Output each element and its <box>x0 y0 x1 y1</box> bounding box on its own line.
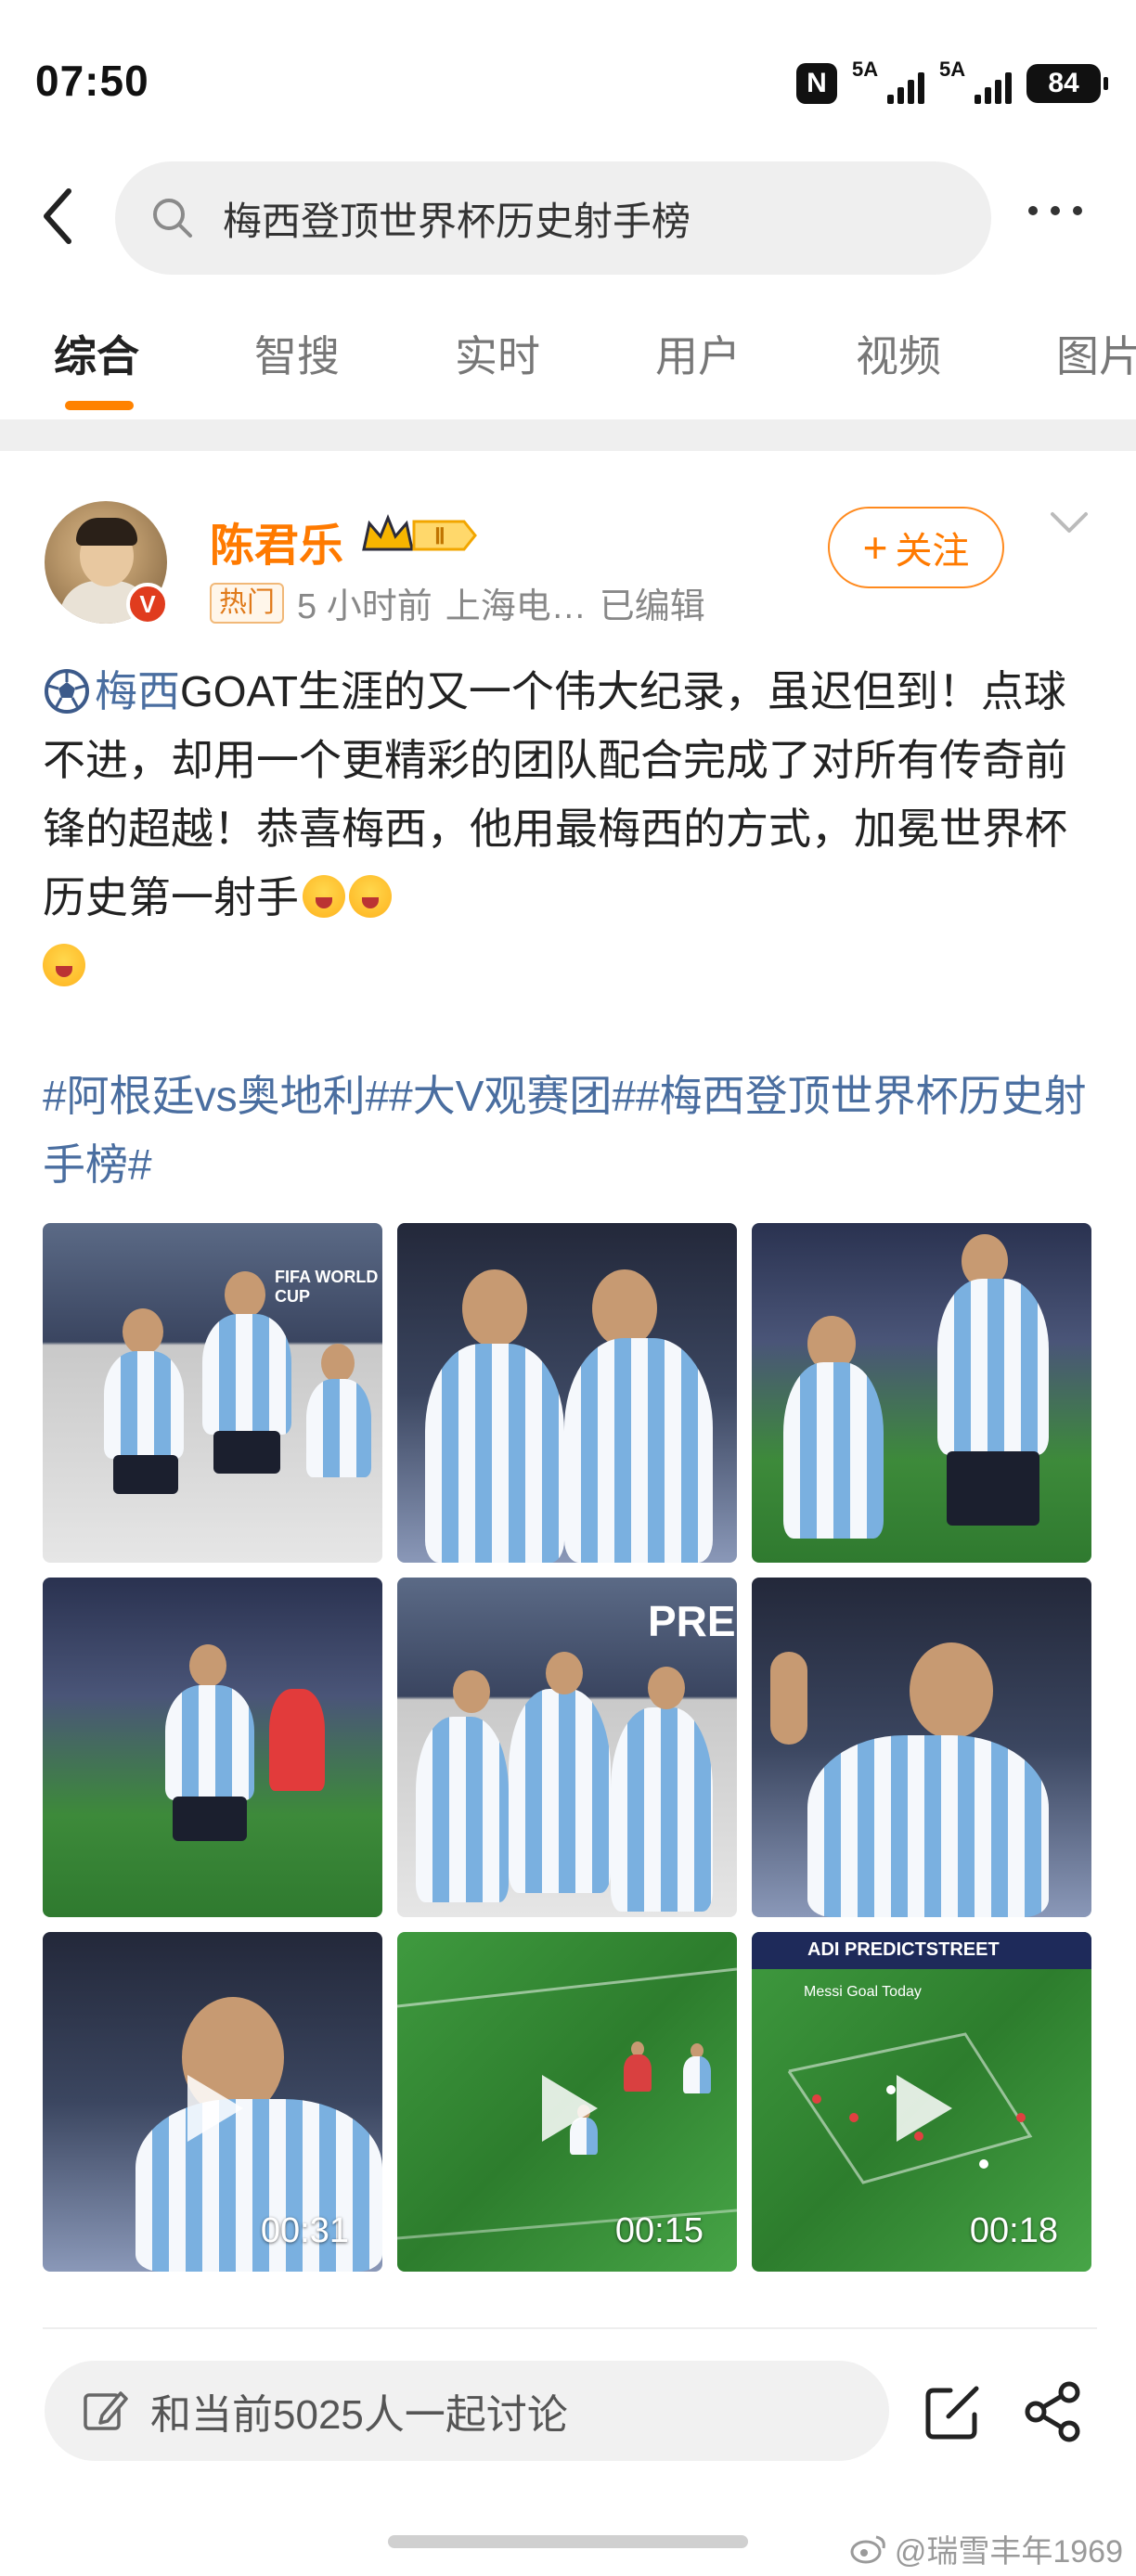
follow-button[interactable]: + 关注 <box>828 507 1004 588</box>
media-photo-1[interactable]: FIFA WORLD CUP <box>43 1223 382 1563</box>
laughing-emoji-icon <box>303 875 345 918</box>
section-divider <box>0 419 1136 451</box>
keyword-link[interactable]: 梅西 <box>95 667 180 715</box>
level-badge-label: Ⅱ <box>434 525 445 549</box>
pencil-icon <box>84 2391 128 2430</box>
weibo-logo-icon <box>850 2535 885 2563</box>
watermark-text: @瑞雪丰年1969 <box>894 2534 1123 2570</box>
play-icon <box>187 2075 243 2142</box>
media-video-1[interactable]: 00:31 <box>43 1932 382 2272</box>
watermark: @瑞雪丰年1969 <box>850 2526 1123 2571</box>
video-duration: 00:31 <box>260 2211 349 2250</box>
verified-badge-icon: V <box>126 583 169 625</box>
separator <box>43 2327 1097 2329</box>
photo-caption: PREDI <box>648 1597 737 1645</box>
home-indicator[interactable] <box>388 2535 748 2548</box>
post-text: 梅西GOAT生涯的又一个伟大纪录，虽迟但到！点球不进，却用一个更精彩的团队配合完… <box>43 657 1097 1000</box>
crown-level-icon: Ⅱ <box>362 513 477 551</box>
search-input[interactable]: 梅西登顶世界杯历史射手榜 <box>115 161 991 275</box>
follow-label: 关注 <box>895 531 970 572</box>
compose-icon[interactable] <box>923 2381 984 2442</box>
post-body: GOAT生涯的又一个伟大纪录，虽迟但到！点球不进，却用一个更精彩的团队配合完成了… <box>43 667 1067 921</box>
soccer-ball-icon <box>45 669 89 714</box>
play-icon <box>542 2075 598 2142</box>
video-duration: 00:15 <box>614 2211 704 2250</box>
media-video-3[interactable]: ADI PREDICTSTREET Messi Goal Today 00:18 <box>752 1932 1091 2272</box>
laughing-emoji-icon <box>349 875 392 918</box>
more-options-icon[interactable] <box>1028 206 1082 215</box>
post-edited: 已编辑 <box>599 587 705 626</box>
status-bar: 07:50 N 5A 5A 84 <box>0 0 1136 158</box>
username[interactable]: 陈君乐 <box>210 509 343 573</box>
comment-placeholder: 和当前5025人一起讨论 <box>150 2392 568 2438</box>
signal-label: 5A <box>852 58 879 81</box>
photo-caption: FIFA WORLD CUP <box>275 1268 379 1306</box>
tab-realtime[interactable]: 实时 <box>455 323 540 384</box>
comment-input[interactable]: 和当前5025人一起讨论 <box>45 2361 889 2461</box>
post-meta: 热门 5 小时前 上海电… 已编辑 <box>210 577 705 628</box>
media-photo-5[interactable]: PREDI <box>397 1578 737 1917</box>
tab-images[interactable]: 图片 <box>1056 323 1136 384</box>
post-location: 上海电… <box>445 587 587 626</box>
search-icon <box>153 199 192 238</box>
media-photo-2[interactable] <box>397 1223 737 1563</box>
signal-icon: 5A <box>939 58 1012 104</box>
media-photo-6[interactable] <box>752 1578 1091 1917</box>
share-icon[interactable] <box>1021 2379 1086 2444</box>
plus-icon: + <box>862 523 888 572</box>
tab-videos[interactable]: 视频 <box>856 323 941 384</box>
status-time: 07:50 <box>35 57 149 105</box>
hot-badge: 热门 <box>210 582 284 624</box>
post-time: 5 小时前 <box>297 587 432 626</box>
nfc-icon: N <box>796 63 837 104</box>
signal-icon: 5A <box>852 58 924 104</box>
signal-label: 5A <box>939 58 966 81</box>
active-tab-indicator <box>65 401 134 410</box>
back-arrow-icon[interactable] <box>37 184 84 249</box>
status-icons: N 5A 5A 84 <box>796 58 1108 104</box>
laughing-emoji-icon <box>43 944 85 986</box>
play-icon <box>897 2075 952 2142</box>
tab-comprehensive[interactable]: 综合 <box>54 323 139 384</box>
chevron-down-icon[interactable] <box>1047 507 1091 538</box>
video-duration: 00:18 <box>969 2211 1058 2250</box>
battery-icon: 84 <box>1026 64 1108 103</box>
media-video-2[interactable]: 00:15 <box>397 1932 737 2272</box>
media-photo-3[interactable] <box>752 1223 1091 1563</box>
search-tabs: 综合 智搜 实时 用户 视频 图片 <box>0 316 1136 410</box>
tab-users[interactable]: 用户 <box>655 323 741 384</box>
hashtags-link[interactable]: #阿根廷vs奥地利##大V观赛团##梅西登顶世界杯历史射手榜# <box>43 1062 1101 1199</box>
media-photo-4[interactable] <box>43 1578 382 1917</box>
search-query: 梅西登顶世界杯历史射手榜 <box>223 199 691 243</box>
tab-smart-search[interactable]: 智搜 <box>254 323 340 384</box>
